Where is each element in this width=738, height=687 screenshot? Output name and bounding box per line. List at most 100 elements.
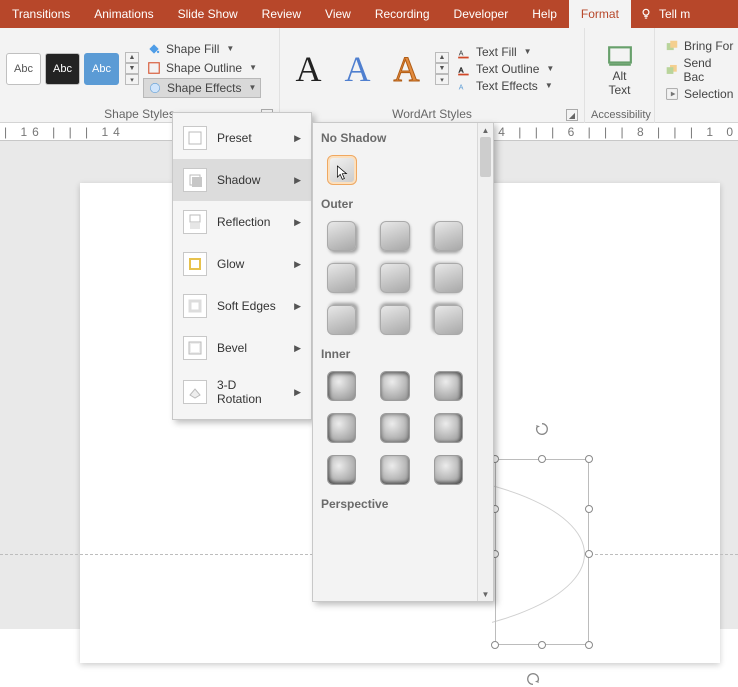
effects-menu-preset[interactable]: Preset ▶ <box>173 117 311 159</box>
shadow-option-outer[interactable] <box>434 221 463 251</box>
shadow-option-outer[interactable] <box>327 221 356 251</box>
svg-text:A: A <box>459 84 464 91</box>
alt-text-icon <box>607 43 633 69</box>
shadow-option-inner[interactable] <box>380 413 409 443</box>
chevron-up-icon[interactable]: ▲ <box>125 52 139 63</box>
resize-handle[interactable] <box>585 505 593 513</box>
scrollbar[interactable]: ▲ ▼ <box>477 123 493 601</box>
shadow-option-outer[interactable] <box>380 305 409 335</box>
shadow-option-inner[interactable] <box>434 371 463 401</box>
chevron-right-icon: ▶ <box>294 343 301 354</box>
shadow-option-none[interactable] <box>327 155 357 185</box>
selected-shape[interactable] <box>495 459 589 645</box>
chevron-right-icon: ▶ <box>294 175 301 186</box>
resize-handle[interactable] <box>538 455 546 463</box>
effects-menu-soft-edges[interactable]: Soft Edges ▶ <box>173 285 311 327</box>
ribbon-tabbar: Transitions Animations Slide Show Review… <box>0 0 738 28</box>
shadow-option-outer[interactable] <box>327 305 356 335</box>
cursor-icon <box>336 164 350 182</box>
shape-style-gallery-spinner[interactable]: ▲ ▼ ▾ <box>125 52 139 85</box>
gallery-expand-icon[interactable]: ▾ <box>125 74 139 85</box>
shadow-option-inner[interactable] <box>434 455 463 485</box>
effects-menu-glow[interactable]: Glow ▶ <box>173 243 311 285</box>
pen-outline-icon <box>147 61 161 75</box>
chevron-down-icon[interactable]: ▼ <box>125 63 139 74</box>
text-fill-button[interactable]: A Text Fill▼ <box>453 44 558 60</box>
shadow-option-inner[interactable] <box>434 413 463 443</box>
text-fill-icon: A <box>457 45 471 59</box>
shape-effects-button[interactable]: Shape Effects▼ <box>143 78 261 98</box>
text-outline-button[interactable]: A Text Outline▼ <box>453 61 558 77</box>
selection-pane-button[interactable]: Selection <box>661 86 737 102</box>
tab-help[interactable]: Help <box>520 0 569 28</box>
shadow-option-outer[interactable] <box>327 263 356 293</box>
effects-menu-shadow[interactable]: Shadow ▶ <box>173 159 311 201</box>
shadow-option-inner[interactable] <box>380 455 409 485</box>
gallery-expand-icon[interactable]: ▾ <box>435 74 449 85</box>
3d-rotation-icon <box>183 380 207 404</box>
bevel-icon <box>183 336 207 360</box>
send-backward-icon <box>665 63 678 77</box>
scroll-down-icon[interactable]: ▼ <box>478 587 493 601</box>
resize-handle[interactable] <box>538 641 546 649</box>
chevron-right-icon: ▶ <box>294 217 301 228</box>
shadow-section-inner: Inner <box>319 341 471 365</box>
shadow-gallery-panel: No Shadow Outer Inner <box>312 122 494 602</box>
tab-slide-show[interactable]: Slide Show <box>166 0 250 28</box>
rotate-handle-icon[interactable] <box>525 671 541 687</box>
tab-view[interactable]: View <box>313 0 363 28</box>
resize-handle[interactable] <box>585 641 593 649</box>
scrollbar-thumb[interactable] <box>480 137 491 177</box>
chevron-down-icon[interactable]: ▼ <box>435 63 449 74</box>
effects-menu-bevel[interactable]: Bevel ▶ <box>173 327 311 369</box>
effects-menu-reflection[interactable]: Reflection ▶ <box>173 201 311 243</box>
wordart-preset-2[interactable]: A <box>335 41 380 96</box>
bring-forward-icon <box>665 39 679 53</box>
chevron-right-icon: ▶ <box>294 259 301 270</box>
resize-handle[interactable] <box>585 550 593 558</box>
send-backward-button[interactable]: Send Bac <box>661 55 737 85</box>
shape-style-preset-1[interactable]: Abc <box>6 53 41 85</box>
glow-icon <box>183 252 207 276</box>
group-label-accessibility: Accessibility <box>591 109 648 123</box>
shadow-option-outer[interactable] <box>434 305 463 335</box>
shadow-option-outer[interactable] <box>380 263 409 293</box>
text-effects-icon: A <box>457 79 471 93</box>
tab-developer[interactable]: Developer <box>442 0 521 28</box>
wordart-preset-3[interactable]: A <box>384 41 429 96</box>
rotate-handle-icon[interactable] <box>534 421 550 437</box>
shadow-option-inner[interactable] <box>327 455 356 485</box>
chevron-up-icon[interactable]: ▲ <box>435 52 449 63</box>
resize-handle[interactable] <box>491 641 499 649</box>
bring-forward-button[interactable]: Bring For <box>661 38 737 54</box>
group-arrange: Bring For Send Bac Selection <box>655 28 737 123</box>
shadow-option-inner[interactable] <box>380 371 409 401</box>
tell-me-search[interactable]: Tell m <box>631 7 698 21</box>
tab-transitions[interactable]: Transitions <box>0 0 82 28</box>
shadow-option-outer[interactable] <box>380 221 409 251</box>
chevron-right-icon: ▶ <box>294 387 301 398</box>
wordart-preset-1[interactable]: A <box>286 41 331 96</box>
text-effects-button[interactable]: A Text Effects▼ <box>453 78 558 94</box>
shadow-option-outer[interactable] <box>434 263 463 293</box>
svg-text:A: A <box>459 50 464 57</box>
wordart-gallery-spinner[interactable]: ▲ ▼ ▾ <box>435 52 449 85</box>
scroll-up-icon[interactable]: ▲ <box>478 123 493 137</box>
tab-recording[interactable]: Recording <box>363 0 442 28</box>
shape-outline-button[interactable]: Shape Outline▼ <box>143 59 261 77</box>
tab-animations[interactable]: Animations <box>82 0 165 28</box>
shadow-section-perspective: Perspective <box>319 491 471 515</box>
shadow-option-inner[interactable] <box>327 413 356 443</box>
effects-menu-3d-rotation[interactable]: 3-D Rotation ▶ <box>173 369 311 415</box>
shape-fill-button[interactable]: Shape Fill▼ <box>143 40 261 58</box>
soft-edges-icon <box>183 294 207 318</box>
tab-format[interactable]: Format <box>569 0 631 28</box>
resize-handle[interactable] <box>585 455 593 463</box>
preset-icon <box>183 126 207 150</box>
tab-review[interactable]: Review <box>250 0 313 28</box>
dialog-launcher-icon[interactable]: ◢ <box>566 109 578 121</box>
shape-style-preset-3[interactable]: Abc <box>84 53 119 85</box>
alt-text-button[interactable]: Alt Text <box>600 43 640 97</box>
shadow-option-inner[interactable] <box>327 371 356 401</box>
shape-style-preset-2[interactable]: Abc <box>45 53 80 85</box>
